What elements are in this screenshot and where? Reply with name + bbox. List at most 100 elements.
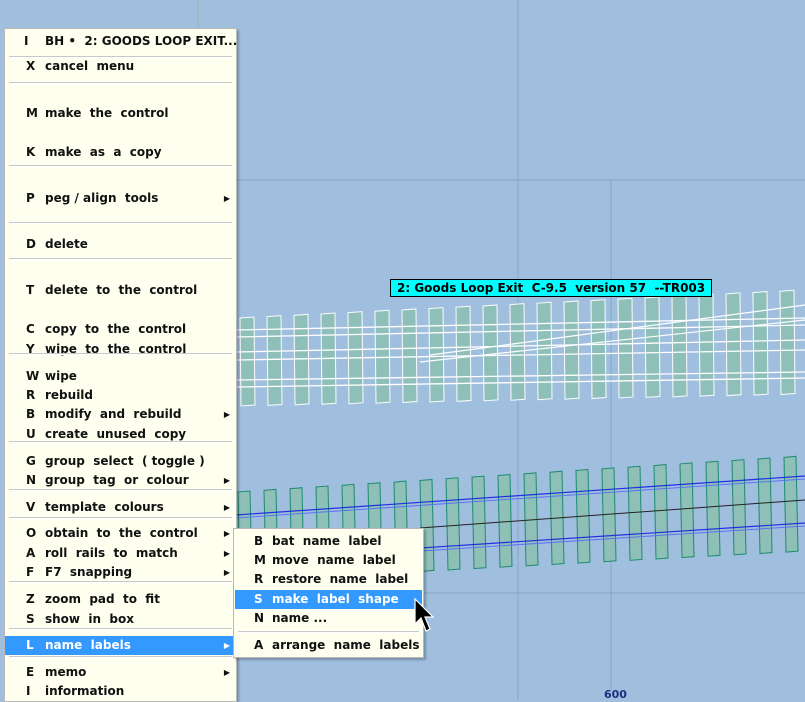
- menu-item-name-labels[interactable]: Lname labels ▶: [5, 636, 236, 655]
- menu-item-delete-to-the-control[interactable]: Tdelete to the control: [5, 281, 236, 300]
- menu-item-hotkey: E: [26, 665, 35, 679]
- menu-item-show-in-box[interactable]: Sshow in box: [5, 610, 236, 629]
- menu-item-hotkey: A: [26, 546, 36, 560]
- menu-item-label: BH • 2: GOODS LOOP EXIT...: [45, 34, 238, 48]
- submenu-item-restore-name-label[interactable]: Rrestore name label: [235, 570, 422, 589]
- menu-item-make-the-control[interactable]: Mmake the control: [5, 104, 236, 123]
- menu-item-label: delete to the control: [45, 283, 198, 297]
- menu-item-wipe[interactable]: Wwipe: [5, 367, 236, 386]
- submenu-item-label: make label shape: [272, 592, 399, 606]
- menu-item-cancel-menu[interactable]: Xcancel menu: [5, 57, 236, 76]
- menu-item-label: memo: [45, 665, 87, 679]
- menu-item-label: name labels: [45, 638, 131, 652]
- menu-item-modify-and-rebuild[interactable]: Bmodify and rebuild ▶: [5, 405, 236, 424]
- menu-item-bh-2-goods-loop-exit[interactable]: I BH • 2: GOODS LOOP EXIT...: [5, 32, 238, 51]
- menu-item-delete[interactable]: Ddelete: [5, 235, 236, 254]
- menu-item-roll-rails-to-match[interactable]: Aroll rails to match ▶: [5, 544, 236, 563]
- name-labels-submenu: Bbat name label Mmove name label Rrestore …: [233, 528, 424, 658]
- menu-item-label: make as a copy: [45, 145, 162, 159]
- submenu-item-bat-name-label[interactable]: Bbat name label: [235, 532, 422, 551]
- submenu-arrow-icon: ▶: [223, 410, 230, 419]
- sleeper: [536, 301, 553, 401]
- menu-item-f7-snapping[interactable]: F F7 snapping ▶: [5, 563, 236, 582]
- menu-item-wipe-to-the-control[interactable]: Ywipe to the control: [5, 340, 236, 359]
- menu-item-label: group select ( toggle ): [45, 454, 205, 468]
- submenu-item-make-label-shape[interactable]: Smake label shape: [235, 590, 422, 609]
- menu-separator: [9, 581, 232, 583]
- menu-item-hotkey: O: [26, 526, 37, 540]
- sleeper: [731, 459, 747, 556]
- menu-item-copy-to-the-control[interactable]: Ccopy to the control: [5, 320, 236, 339]
- sleeper: [471, 475, 487, 570]
- menu-item-make-as-a-copy[interactable]: Kmake as a copy: [5, 143, 236, 162]
- menu-separator: [9, 56, 232, 58]
- sleeper: [752, 291, 769, 396]
- menu-separator: [9, 656, 232, 658]
- sleeper: [705, 460, 721, 557]
- submenu-item-move-name-label[interactable]: Mmove name label: [235, 551, 422, 570]
- menu-item-hotkey: F: [26, 565, 35, 579]
- menu-item-hotkey: D: [26, 237, 36, 251]
- menu-item-label: information: [45, 684, 125, 698]
- menu-item-hotkey: M: [26, 106, 38, 120]
- menu-item-memo[interactable]: Ememo ▶: [5, 663, 236, 682]
- submenu-item-label: arrange name labels: [272, 638, 420, 652]
- menu-item-group-select-toggle[interactable]: Ggroup select ( toggle ): [5, 452, 236, 471]
- sleeper: [590, 299, 607, 400]
- menu-item-label: delete: [45, 237, 88, 251]
- menu-separator: [9, 222, 232, 224]
- submenu-item-hotkey: A: [254, 638, 264, 652]
- context-menu: I BH • 2: GOODS LOOP EXIT... Xcancel menu M…: [4, 28, 237, 702]
- menu-item-hotkey: I: [24, 34, 29, 48]
- template-name-label[interactable]: 2: Goods Loop Exit C-9.5 version 57 --TR…: [390, 279, 713, 297]
- menu-item-information[interactable]: Iinformation: [5, 682, 236, 701]
- sleeper: [497, 473, 513, 568]
- menu-item-template-colours[interactable]: Vtemplate colours ▶: [5, 498, 236, 517]
- submenu-item-name[interactable]: Nname ...: [235, 609, 422, 628]
- menu-item-hotkey: R: [26, 388, 36, 402]
- menu-separator: [9, 628, 232, 630]
- submenu-item-arrange-name-labels[interactable]: Aarrange name labels: [235, 636, 422, 655]
- menu-item-label: copy to the control: [45, 322, 187, 336]
- submenu-item-hotkey: B: [254, 534, 264, 548]
- menu-item-hotkey: Z: [26, 592, 35, 606]
- menu-item-label: group tag or colour: [45, 473, 189, 487]
- menu-item-hotkey: S: [26, 612, 35, 626]
- menu-item-label: rebuild: [45, 388, 94, 402]
- sleeper: [757, 457, 773, 555]
- submenu-item-label: name ...: [272, 611, 328, 625]
- submenu-arrow-icon: ▶: [223, 668, 230, 677]
- menu-separator: [9, 517, 232, 519]
- menu-item-label: modify and rebuild: [45, 407, 182, 421]
- sleeper: [725, 292, 742, 397]
- submenu-item-hotkey: R: [254, 572, 264, 586]
- sleeper: [482, 304, 499, 402]
- submenu-item-hotkey: M: [254, 553, 266, 567]
- mouse-cursor-icon: [414, 598, 435, 632]
- submenu-arrow-icon: ▶: [223, 568, 230, 577]
- menu-separator: [9, 441, 232, 443]
- menu-item-group-tag-or-colour[interactable]: Ngroup tag or colour ▶: [5, 471, 236, 490]
- menu-item-zoom-pad-to-fit[interactable]: Zzoom pad to fit: [5, 590, 236, 609]
- menu-item-peg-align-tools[interactable]: Ppeg / align tools ▶: [5, 189, 236, 208]
- submenu-arrow-icon: ▶: [223, 476, 230, 485]
- sleeper: [671, 295, 688, 398]
- menu-item-hotkey: N: [26, 473, 37, 487]
- axis-tick-label: 600: [604, 688, 627, 701]
- menu-item-obtain-to-the-control[interactable]: Oobtain to the control ▶: [5, 524, 236, 543]
- menu-item-label: obtain to the control: [45, 526, 198, 540]
- menu-item-label: wipe to the control: [45, 342, 187, 356]
- sleeper: [783, 455, 799, 553]
- sleeper: [445, 477, 461, 571]
- menu-item-hotkey: C: [26, 322, 35, 336]
- menu-item-hotkey: I: [26, 684, 31, 698]
- menu-item-label: roll rails to match: [45, 546, 178, 560]
- menu-item-hotkey: Y: [26, 342, 35, 356]
- menu-item-label: zoom pad to fit: [45, 592, 160, 606]
- menu-separator: [9, 258, 232, 260]
- submenu-item-label: restore name label: [272, 572, 409, 586]
- menu-item-label: show in box: [45, 612, 134, 626]
- menu-item-hotkey: G: [26, 454, 36, 468]
- menu-item-label: template colours: [45, 500, 164, 514]
- menu-item-rebuild[interactable]: Rrebuild: [5, 386, 236, 405]
